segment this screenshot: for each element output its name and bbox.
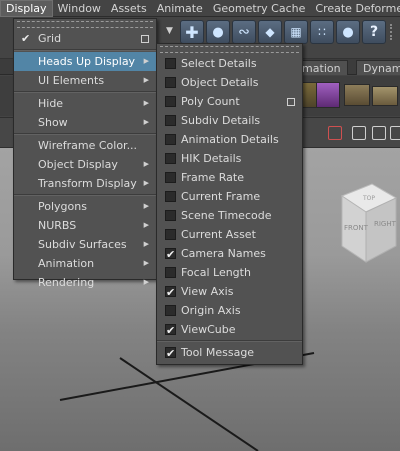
snap-view-plane-icon[interactable]: ◆ bbox=[258, 20, 282, 44]
display-menu: ✔ Grid Heads Up Display ▶ UI Elements ▶ … bbox=[13, 18, 157, 289]
menu-animate[interactable]: Animate bbox=[152, 0, 208, 17]
menu-item-grid[interactable]: ✔ Grid bbox=[14, 29, 156, 48]
menu-item-rendering[interactable]: Rendering ▶ bbox=[14, 273, 156, 292]
toolbar-dropdown-icon[interactable]: ▼ bbox=[166, 23, 178, 39]
checkbox[interactable] bbox=[165, 115, 176, 126]
submenu-arrow-icon: ▶ bbox=[143, 179, 149, 187]
viewcube[interactable]: TOP FRONT RIGHT bbox=[340, 183, 398, 263]
menu-item-show[interactable]: Show ▶ bbox=[14, 113, 156, 132]
svg-text:RIGHT: RIGHT bbox=[374, 220, 397, 228]
checkbox-checked[interactable] bbox=[165, 283, 176, 302]
menu-separator bbox=[14, 91, 156, 93]
menu-assets[interactable]: Assets bbox=[106, 0, 152, 17]
option-box-icon[interactable] bbox=[141, 35, 149, 43]
menu-item-heads-up-display[interactable]: Heads Up Display ▶ bbox=[14, 52, 156, 71]
snap-live-icon[interactable]: ▦ bbox=[284, 20, 308, 44]
checkbox[interactable] bbox=[165, 153, 176, 164]
menu-item-transform-display[interactable]: Transform Display ▶ bbox=[14, 174, 156, 193]
submenu-arrow-icon: ▶ bbox=[143, 57, 149, 65]
hud-item-animation-details[interactable]: Animation Details bbox=[157, 130, 302, 149]
menu-item-ui-elements[interactable]: UI Elements ▶ bbox=[14, 71, 156, 90]
svg-text:TOP: TOP bbox=[362, 195, 375, 202]
checkbox[interactable] bbox=[165, 96, 176, 107]
menu-geometry-cache[interactable]: Geometry Cache bbox=[208, 0, 311, 17]
submenu-arrow-icon: ▶ bbox=[143, 202, 149, 210]
hud-item-camera-names[interactable]: Camera Names bbox=[157, 244, 302, 264]
svg-text:FRONT: FRONT bbox=[344, 224, 369, 232]
submenu-arrow-icon: ▶ bbox=[143, 76, 149, 84]
shelf-plane-icon[interactable] bbox=[372, 86, 398, 106]
snap-curve-icon[interactable]: ● bbox=[206, 20, 230, 44]
tearoff-bar[interactable] bbox=[160, 46, 299, 53]
shelf-tab-dynamics[interactable]: Dynami bbox=[356, 60, 400, 75]
checkbox[interactable] bbox=[165, 305, 176, 316]
hud-item-poly-count[interactable]: Poly Count bbox=[157, 92, 302, 111]
hud-item-current-frame[interactable]: Current Frame bbox=[157, 187, 302, 206]
panel-maximize-icon[interactable] bbox=[390, 126, 400, 140]
menu-item-hide[interactable]: Hide ▶ bbox=[14, 94, 156, 113]
checkbox[interactable] bbox=[165, 172, 176, 183]
submenu-arrow-icon: ▶ bbox=[143, 118, 149, 126]
hud-item-focal-length[interactable]: Focal Length bbox=[157, 263, 302, 282]
submenu-arrow-icon: ▶ bbox=[143, 240, 149, 248]
checkbox[interactable] bbox=[165, 229, 176, 240]
checkbox-checked[interactable] bbox=[165, 321, 176, 340]
render-icon[interactable]: ● bbox=[336, 20, 360, 44]
hud-item-frame-rate[interactable]: Frame Rate bbox=[157, 168, 302, 187]
menu-item-object-display[interactable]: Object Display ▶ bbox=[14, 155, 156, 174]
checkbox[interactable] bbox=[165, 77, 176, 88]
menu-item-subdiv-surfaces[interactable]: Subdiv Surfaces ▶ bbox=[14, 235, 156, 254]
checkbox[interactable] bbox=[165, 267, 176, 278]
checkbox[interactable] bbox=[165, 134, 176, 145]
checkbox-checked[interactable] bbox=[165, 245, 176, 264]
tearoff-bar[interactable] bbox=[17, 21, 153, 28]
menu-window[interactable]: Window bbox=[53, 0, 106, 17]
heads-up-display-submenu: Select Details Object Details Poly Count… bbox=[156, 43, 303, 365]
hud-item-viewcube[interactable]: ViewCube bbox=[157, 320, 302, 340]
menu-create-deformers[interactable]: Create Deformers bbox=[310, 0, 400, 17]
shelf-cube-icon[interactable] bbox=[316, 82, 340, 108]
hud-item-hik-details[interactable]: HIK Details bbox=[157, 149, 302, 168]
menu-separator bbox=[14, 194, 156, 196]
hud-item-tool-message[interactable]: Tool Message bbox=[157, 343, 302, 363]
menu-display[interactable]: Display bbox=[0, 0, 53, 17]
help-icon[interactable]: ? bbox=[362, 20, 386, 44]
submenu-arrow-icon: ▶ bbox=[143, 99, 149, 107]
history-icon[interactable]: ∷ bbox=[310, 20, 334, 44]
hud-item-object-details[interactable]: Object Details bbox=[157, 73, 302, 92]
menu-separator bbox=[14, 133, 156, 135]
hud-item-view-axis[interactable]: View Axis bbox=[157, 282, 302, 302]
menu-item-wireframe-color[interactable]: Wireframe Color... bbox=[14, 136, 156, 155]
submenu-arrow-icon: ▶ bbox=[143, 278, 149, 286]
checkbox-checked[interactable] bbox=[165, 344, 176, 363]
menu-separator bbox=[157, 340, 302, 342]
checkbox[interactable] bbox=[165, 191, 176, 202]
check-icon: ✔ bbox=[21, 32, 31, 45]
hud-item-current-asset[interactable]: Current Asset bbox=[157, 225, 302, 244]
checkbox[interactable] bbox=[165, 210, 176, 221]
grid-axis-line bbox=[119, 357, 259, 451]
hud-item-origin-axis[interactable]: Origin Axis bbox=[157, 301, 302, 320]
option-box-icon[interactable] bbox=[287, 98, 295, 106]
checkbox[interactable] bbox=[165, 58, 176, 69]
submenu-arrow-icon: ▶ bbox=[143, 221, 149, 229]
hud-item-scene-timecode[interactable]: Scene Timecode bbox=[157, 206, 302, 225]
submenu-arrow-icon: ▶ bbox=[143, 160, 149, 168]
hud-item-subdiv-details[interactable]: Subdiv Details bbox=[157, 111, 302, 130]
snap-point-icon[interactable]: ∾ bbox=[232, 20, 256, 44]
menu-item-polygons[interactable]: Polygons ▶ bbox=[14, 197, 156, 216]
panel-camera-icon[interactable] bbox=[352, 126, 366, 140]
snap-grid-icon[interactable]: ✚ bbox=[180, 20, 204, 44]
menu-separator bbox=[14, 49, 156, 51]
shelf-mesh-icon[interactable] bbox=[344, 84, 370, 106]
panel-isolate-icon[interactable] bbox=[328, 126, 342, 140]
toolbar-separator-icon bbox=[390, 24, 396, 40]
panel-layout-icon[interactable] bbox=[372, 126, 386, 140]
submenu-arrow-icon: ▶ bbox=[143, 259, 149, 267]
menu-item-animation[interactable]: Animation ▶ bbox=[14, 254, 156, 273]
main-menubar: Display Window Assets Animate Geometry C… bbox=[0, 0, 400, 17]
menu-item-nurbs[interactable]: NURBS ▶ bbox=[14, 216, 156, 235]
hud-item-select-details[interactable]: Select Details bbox=[157, 54, 302, 73]
